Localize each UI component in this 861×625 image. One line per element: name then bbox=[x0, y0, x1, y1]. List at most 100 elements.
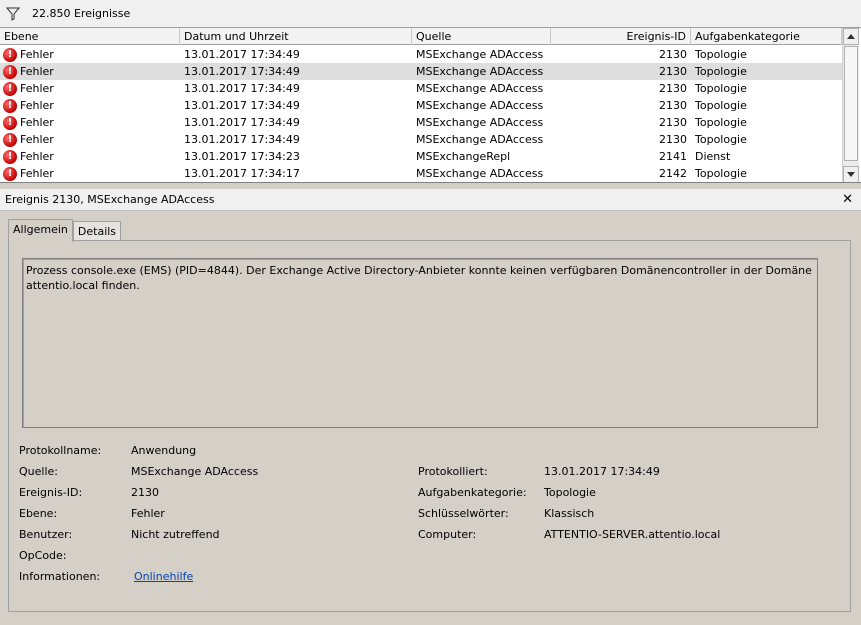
source-cell: MSExchange ADAccess bbox=[416, 133, 544, 146]
task-category-cell: Topologie bbox=[695, 48, 747, 61]
user-label: Benutzer: bbox=[19, 528, 73, 541]
keywords-value: Klassisch bbox=[544, 507, 595, 520]
table-row[interactable]: ! Fehler 13.01.2017 17:34:23 MSExchangeRepl… bbox=[0, 148, 842, 165]
toolbar: 22.850 Ereignisse bbox=[0, 0, 861, 28]
task-category-cell: Topologie bbox=[695, 82, 747, 95]
detail-title: Ereignis 2130, MSExchange ADAccess bbox=[5, 193, 215, 206]
source-cell: MSExchange ADAccess bbox=[416, 116, 544, 129]
event-id-cell: 2142 bbox=[659, 167, 687, 180]
level-text: Fehler bbox=[20, 65, 54, 78]
computer-label: Computer: bbox=[418, 528, 477, 541]
level-cell: ! Fehler bbox=[0, 148, 180, 165]
error-icon: ! bbox=[3, 132, 17, 147]
task-category-label: Aufgabenkategorie: bbox=[418, 486, 527, 499]
level-text: Fehler bbox=[20, 99, 54, 112]
task-category-cell: Topologie bbox=[695, 133, 747, 146]
event-id-cell: 2130 bbox=[659, 82, 687, 95]
computer-value: ATTENTIO-SERVER.attentio.local bbox=[544, 528, 721, 541]
source-value: MSExchange ADAccess bbox=[131, 465, 259, 478]
date-cell: 13.01.2017 17:34:49 bbox=[184, 116, 300, 129]
log-name-value: Anwendung bbox=[131, 444, 197, 457]
error-icon: ! bbox=[3, 47, 17, 62]
date-cell: 13.01.2017 17:34:17 bbox=[184, 167, 300, 180]
opcode-label: OpCode: bbox=[19, 549, 67, 562]
source-cell: MSExchange ADAccess bbox=[416, 82, 544, 95]
source-cell: MSExchange ADAccess bbox=[416, 99, 544, 112]
info-label: Informationen: bbox=[19, 570, 101, 583]
event-description[interactable]: Prozess console.exe (EMS) (PID=4844). De… bbox=[22, 258, 818, 428]
keywords-label: Schlüsselwörter: bbox=[418, 507, 509, 520]
date-cell: 13.01.2017 17:34:49 bbox=[184, 48, 300, 61]
source-cell: MSExchangeRepl bbox=[416, 150, 511, 163]
detail-header: Ereignis 2130, MSExchange ADAccess ✕ bbox=[0, 189, 861, 211]
date-cell: 13.01.2017 17:34:49 bbox=[184, 99, 300, 112]
table-row[interactable]: ! Fehler 13.01.2017 17:34:49 MSExchange ADA… bbox=[0, 63, 842, 80]
user-value: Nicht zutreffend bbox=[131, 528, 220, 541]
table-row[interactable]: ! Fehler 13.01.2017 17:34:49 MSExchange ADA… bbox=[0, 97, 842, 114]
error-icon: ! bbox=[3, 64, 17, 79]
event-id-cell: 2141 bbox=[659, 150, 687, 163]
source-cell: MSExchange ADAccess bbox=[416, 167, 544, 180]
column-header-task-category[interactable]: Aufgabenkategorie bbox=[691, 28, 842, 45]
task-category-cell: Topologie bbox=[695, 99, 747, 112]
table-row[interactable]: ! Fehler 13.01.2017 17:34:49 MSExchange ADA… bbox=[0, 114, 842, 131]
level-text: Fehler bbox=[20, 48, 54, 61]
level-cell: ! Fehler bbox=[0, 46, 180, 63]
filter-funnel-icon[interactable] bbox=[5, 7, 21, 21]
task-category-cell: Topologie bbox=[695, 116, 747, 129]
grid-scrollbar[interactable] bbox=[842, 28, 859, 182]
column-header-source[interactable]: Quelle bbox=[412, 28, 551, 45]
task-category-cell: Topologie bbox=[695, 65, 747, 78]
level-text: Fehler bbox=[20, 167, 54, 180]
tab-general[interactable]: Allgemein bbox=[8, 219, 73, 242]
source-cell: MSExchange ADAccess bbox=[416, 48, 544, 61]
chevron-down-icon bbox=[847, 172, 855, 177]
column-header-level[interactable]: Ebene bbox=[0, 28, 180, 45]
level-cell: ! Fehler bbox=[0, 80, 180, 97]
level-cell: ! Fehler bbox=[0, 97, 180, 114]
date-cell: 13.01.2017 17:34:23 bbox=[184, 150, 300, 163]
grid-rows: ! Fehler 13.01.2017 17:34:49 MSExchange ADA… bbox=[0, 46, 842, 182]
error-icon: ! bbox=[3, 98, 17, 113]
column-header-event-id[interactable]: Ereignis-ID bbox=[551, 28, 691, 45]
logged-label: Protokolliert: bbox=[418, 465, 488, 478]
general-panel: Prozess console.exe (EMS) (PID=4844). De… bbox=[8, 240, 851, 612]
date-cell: 13.01.2017 17:34:49 bbox=[184, 65, 300, 78]
error-icon: ! bbox=[3, 166, 17, 181]
table-row[interactable]: ! Fehler 13.01.2017 17:34:49 MSExchange ADA… bbox=[0, 80, 842, 97]
log-name-label: Protokollname: bbox=[19, 444, 102, 457]
event-id-cell: 2130 bbox=[659, 133, 687, 146]
close-icon[interactable]: ✕ bbox=[842, 192, 853, 207]
error-icon: ! bbox=[3, 81, 17, 96]
table-row[interactable]: ! Fehler 13.01.2017 17:34:49 MSExchange ADA… bbox=[0, 46, 842, 63]
event-id-value: 2130 bbox=[131, 486, 159, 499]
scroll-down-button[interactable] bbox=[843, 166, 859, 182]
date-cell: 13.01.2017 17:34:49 bbox=[184, 133, 300, 146]
online-help-link[interactable]: Onlinehilfe bbox=[134, 570, 193, 583]
event-id-label: Ereignis-ID: bbox=[19, 486, 83, 499]
error-icon: ! bbox=[3, 149, 17, 164]
source-label: Quelle: bbox=[19, 465, 58, 478]
event-grid: Ebene Datum und Uhrzeit Quelle Ereignis-… bbox=[0, 28, 861, 183]
detail-tabs: Allgemein Details bbox=[8, 219, 122, 242]
table-row[interactable]: ! Fehler 13.01.2017 17:34:49 MSExchange ADA… bbox=[0, 131, 842, 148]
level-label: Ebene: bbox=[19, 507, 58, 520]
scroll-up-button[interactable] bbox=[843, 28, 859, 45]
scroll-thumb[interactable] bbox=[844, 46, 858, 161]
level-text: Fehler bbox=[20, 82, 54, 95]
level-value: Fehler bbox=[131, 507, 165, 520]
date-cell: 13.01.2017 17:34:49 bbox=[184, 82, 300, 95]
error-icon: ! bbox=[3, 115, 17, 130]
chevron-up-icon bbox=[847, 34, 855, 39]
level-text: Fehler bbox=[20, 150, 54, 163]
tab-details[interactable]: Details bbox=[72, 221, 122, 242]
task-category-cell: Dienst bbox=[695, 150, 731, 163]
event-id-cell: 2130 bbox=[659, 48, 687, 61]
task-category-value: Topologie bbox=[544, 486, 596, 499]
event-id-cell: 2130 bbox=[659, 116, 687, 129]
table-row[interactable]: ! Fehler 13.01.2017 17:34:17 MSExchange ADA… bbox=[0, 165, 842, 182]
level-cell: ! Fehler bbox=[0, 165, 180, 182]
event-id-cell: 2130 bbox=[659, 99, 687, 112]
level-cell: ! Fehler bbox=[0, 131, 180, 148]
column-header-date[interactable]: Datum und Uhrzeit bbox=[180, 28, 412, 45]
